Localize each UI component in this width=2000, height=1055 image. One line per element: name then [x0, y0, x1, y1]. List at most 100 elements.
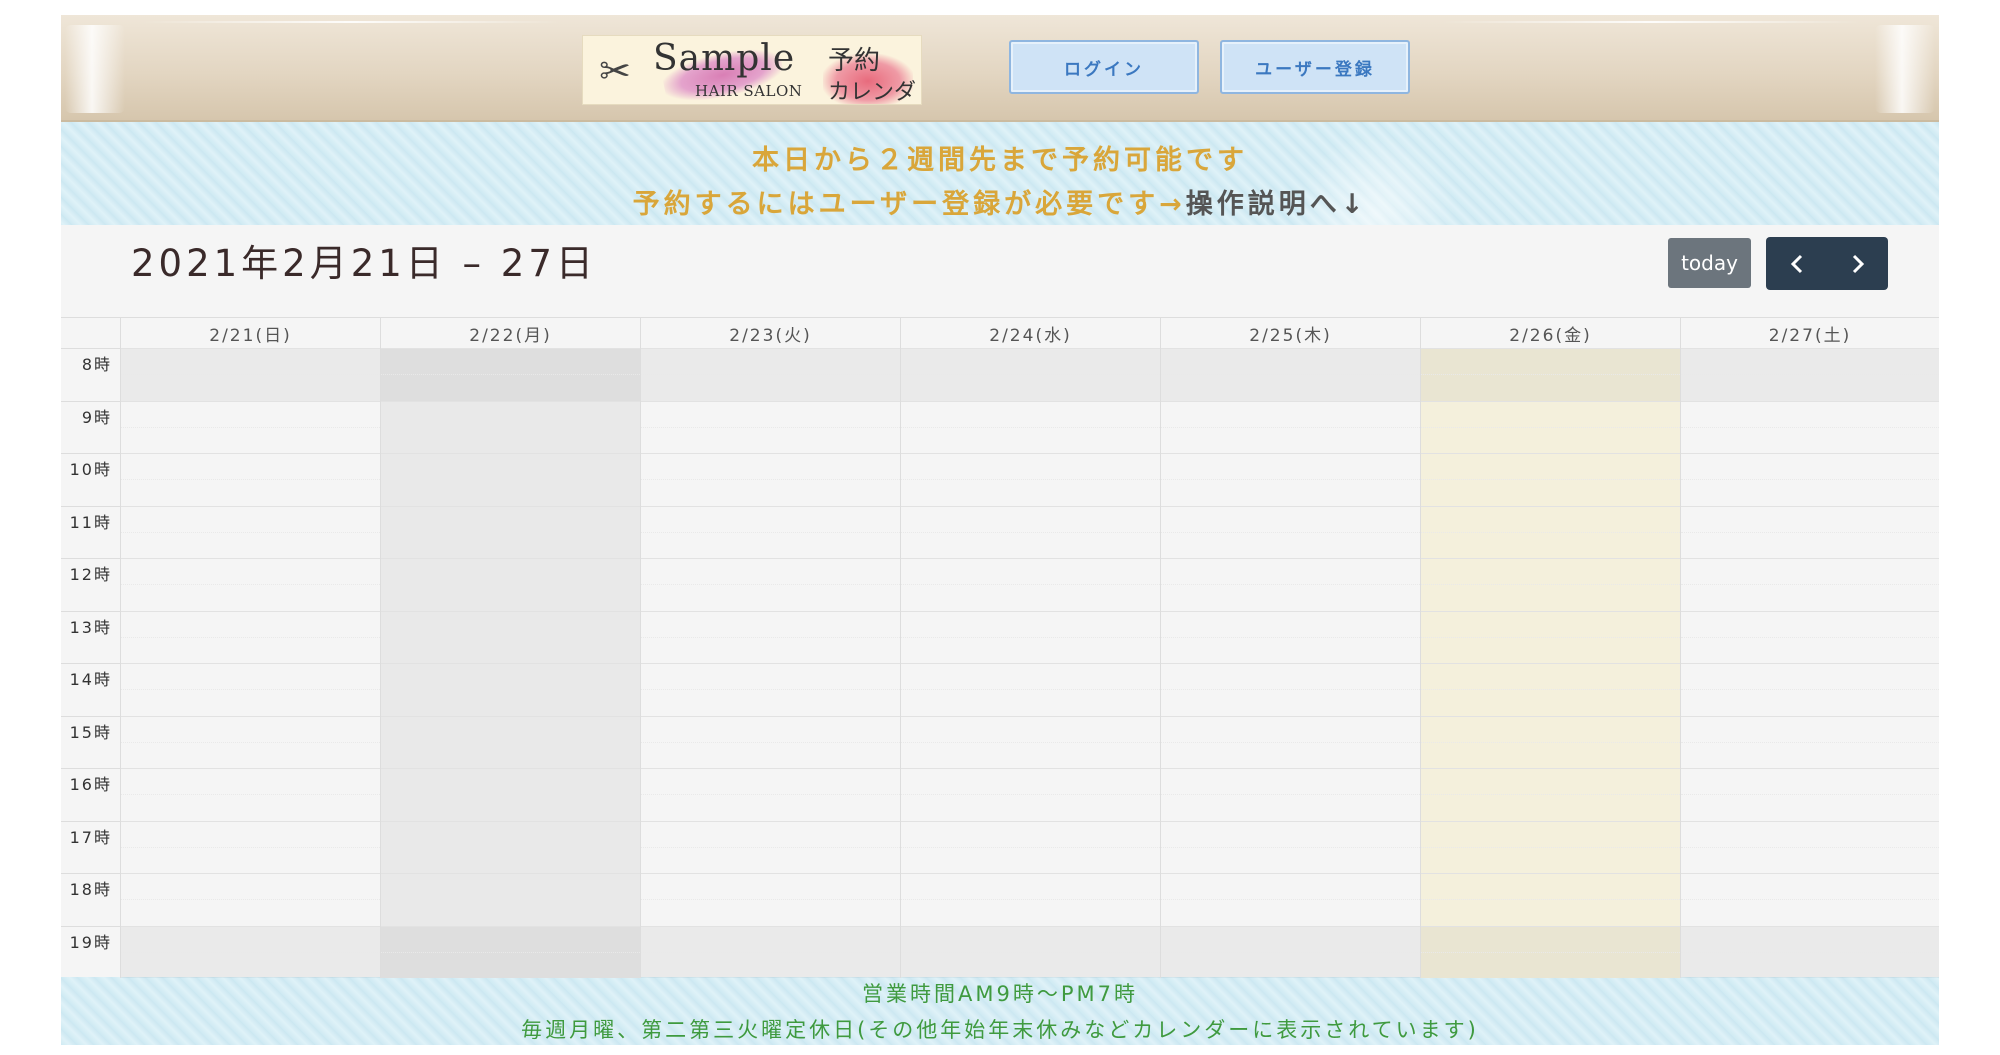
time-slot[interactable]	[121, 689, 380, 715]
time-slot[interactable]	[901, 715, 1160, 742]
time-slot[interactable]	[1421, 426, 1680, 453]
time-slot[interactable]	[641, 558, 900, 584]
time-slot[interactable]	[381, 768, 640, 794]
time-slot[interactable]	[1161, 610, 1420, 637]
time-slot[interactable]	[1161, 951, 1420, 978]
time-slot[interactable]	[901, 741, 1160, 768]
time-slot[interactable]	[1421, 951, 1680, 978]
time-slot[interactable]	[641, 794, 900, 820]
time-slot[interactable]	[1681, 505, 1939, 532]
time-slot[interactable]	[641, 610, 900, 637]
time-slot[interactable]	[121, 715, 380, 742]
time-slot[interactable]	[901, 794, 1160, 820]
time-slot[interactable]	[381, 663, 640, 689]
time-slot[interactable]	[121, 479, 380, 505]
time-slot[interactable]	[121, 820, 380, 847]
time-slot[interactable]	[1681, 479, 1939, 505]
time-slot[interactable]	[1681, 426, 1939, 453]
time-slot[interactable]	[1161, 505, 1420, 532]
time-slot[interactable]	[381, 741, 640, 768]
time-slot[interactable]	[121, 768, 380, 794]
time-slot[interactable]	[381, 374, 640, 400]
login-button[interactable]: ログイン	[1009, 40, 1199, 94]
time-slot[interactable]	[1161, 374, 1420, 400]
time-slot[interactable]	[641, 505, 900, 532]
time-slot[interactable]	[381, 820, 640, 847]
time-slot[interactable]	[1681, 951, 1939, 978]
time-slot[interactable]	[641, 584, 900, 610]
time-slot[interactable]	[641, 400, 900, 427]
time-slot[interactable]	[1681, 768, 1939, 794]
time-slot[interactable]	[1421, 505, 1680, 532]
time-slot[interactable]	[1681, 558, 1939, 584]
time-slot[interactable]	[1421, 610, 1680, 637]
time-slot[interactable]	[1421, 348, 1680, 374]
time-slot[interactable]	[1161, 873, 1420, 899]
time-slot[interactable]	[121, 584, 380, 610]
time-slot[interactable]	[641, 925, 900, 952]
time-slot[interactable]	[121, 636, 380, 663]
time-slot[interactable]	[1161, 794, 1420, 820]
time-slot[interactable]	[641, 689, 900, 715]
time-slot[interactable]	[1421, 663, 1680, 689]
time-slot[interactable]	[1421, 768, 1680, 794]
time-slot[interactable]	[1681, 348, 1939, 374]
time-slot[interactable]	[1161, 715, 1420, 742]
time-slot[interactable]	[1681, 741, 1939, 768]
time-slot[interactable]	[901, 584, 1160, 610]
time-slot[interactable]	[381, 689, 640, 715]
time-slot[interactable]	[121, 846, 380, 873]
time-slot[interactable]	[901, 610, 1160, 637]
time-slot[interactable]	[901, 899, 1160, 925]
time-slot[interactable]	[381, 846, 640, 873]
time-slot[interactable]	[1681, 584, 1939, 610]
time-slot[interactable]	[381, 925, 640, 952]
time-slot[interactable]	[1421, 715, 1680, 742]
time-slot[interactable]	[1161, 584, 1420, 610]
time-slot[interactable]	[381, 636, 640, 663]
time-slot[interactable]	[641, 741, 900, 768]
time-slot[interactable]	[1421, 453, 1680, 479]
time-slot[interactable]	[1161, 689, 1420, 715]
time-slot[interactable]	[901, 636, 1160, 663]
time-slot[interactable]	[1681, 453, 1939, 479]
prev-week-button[interactable]	[1766, 237, 1827, 290]
time-slot[interactable]	[121, 505, 380, 532]
time-slot[interactable]	[381, 426, 640, 453]
time-slot[interactable]	[1161, 741, 1420, 768]
time-slot[interactable]	[1681, 531, 1939, 558]
time-slot[interactable]	[1421, 400, 1680, 427]
time-slot[interactable]	[641, 426, 900, 453]
time-slot[interactable]	[1421, 794, 1680, 820]
time-slot[interactable]	[121, 374, 380, 400]
time-slot[interactable]	[121, 899, 380, 925]
time-slot[interactable]	[121, 741, 380, 768]
time-slot[interactable]	[121, 453, 380, 479]
time-slot[interactable]	[1161, 820, 1420, 847]
time-slot[interactable]	[381, 505, 640, 532]
time-slot[interactable]	[901, 558, 1160, 584]
time-slot[interactable]	[1681, 846, 1939, 873]
time-slot[interactable]	[1421, 636, 1680, 663]
time-slot[interactable]	[641, 951, 900, 978]
time-slot[interactable]	[1681, 663, 1939, 689]
time-slot[interactable]	[1161, 479, 1420, 505]
time-slot[interactable]	[1161, 426, 1420, 453]
time-slot[interactable]	[381, 873, 640, 899]
time-slot[interactable]	[381, 794, 640, 820]
register-button[interactable]: ユーザー登録	[1220, 40, 1410, 94]
time-slot[interactable]	[641, 768, 900, 794]
time-slot[interactable]	[901, 768, 1160, 794]
time-slot[interactable]	[121, 400, 380, 427]
salon-logo[interactable]: ✂ Sample HAIR SALON 予約 カレンダー	[582, 35, 922, 105]
time-slot[interactable]	[381, 899, 640, 925]
time-slot[interactable]	[121, 426, 380, 453]
time-slot[interactable]	[901, 505, 1160, 532]
time-slot[interactable]	[641, 348, 900, 374]
time-slot[interactable]	[1421, 531, 1680, 558]
time-slot[interactable]	[1681, 610, 1939, 637]
time-slot[interactable]	[381, 348, 640, 374]
time-slot[interactable]	[1681, 400, 1939, 427]
time-slot[interactable]	[901, 846, 1160, 873]
time-slot[interactable]	[1161, 768, 1420, 794]
